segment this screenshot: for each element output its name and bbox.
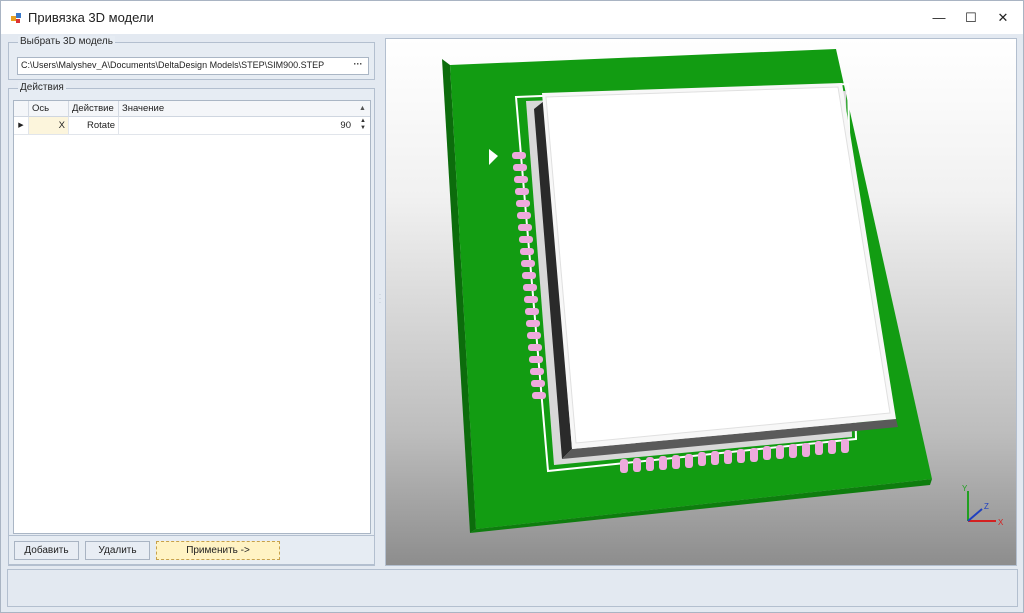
cell-value[interactable]: 90 [119, 117, 355, 134]
model-select-group-title: Выбрать 3D модель [18, 36, 115, 47]
left-panel: Выбрать 3D модель C:\Users\Malyshev_A\Do… [8, 36, 375, 566]
browse-button[interactable]: ··· [350, 59, 366, 73]
header-value[interactable]: Значение [119, 101, 355, 117]
header-action[interactable]: Действие [69, 101, 119, 117]
maximize-button[interactable]: ☐ [955, 1, 987, 34]
model-3d-render: Y X Z [442, 49, 1004, 533]
minimize-button[interactable]: — [923, 1, 955, 34]
table-row[interactable]: ▶ X Rotate 90 ▲ ▼ [14, 117, 370, 135]
header-axis[interactable]: Ось [29, 101, 69, 117]
spin-down-icon[interactable]: ▼ [358, 125, 368, 132]
actions-group: Действия Ось Действие Значение ▲ ▶ X Rot… [8, 82, 375, 566]
minimize-icon: — [932, 10, 946, 25]
delete-button[interactable]: Удалить [85, 541, 150, 560]
actions-grid[interactable]: Ось Действие Значение ▲ ▶ X Rotate 90 ▲ … [13, 100, 371, 534]
model-path-text: C:\Users\Malyshev_A\Documents\DeltaDesig… [21, 60, 325, 70]
row-indicator-icon: ▶ [14, 117, 29, 134]
cell-axis[interactable]: X [29, 117, 69, 134]
splitter-handle[interactable]: · · · [378, 292, 382, 307]
axis-gizmo: Y X Z [962, 484, 1004, 527]
axis-x-label: X [998, 518, 1004, 527]
maximize-icon: ☐ [965, 9, 977, 25]
add-button[interactable]: Добавить [14, 541, 79, 560]
header-indicator [14, 101, 29, 117]
grid-header: Ось Действие Значение ▲ [14, 101, 370, 117]
model-select-group: Выбрать 3D модель C:\Users\Malyshev_A\Do… [8, 36, 375, 80]
title-bar[interactable]: Привязка 3D модели — ☐ ✕ [1, 1, 1023, 34]
model-3d-viewport[interactable]: Y X Z [385, 38, 1017, 566]
axis-z-label: Z [984, 502, 989, 511]
close-icon: ✕ [997, 9, 1009, 25]
actions-group-title: Действия [18, 82, 66, 93]
chip-top [545, 86, 891, 444]
cell-action[interactable]: Rotate [69, 117, 119, 134]
apply-button[interactable]: Применить -> [156, 541, 280, 560]
status-bar [7, 569, 1018, 607]
window-title: Привязка 3D модели [28, 10, 154, 25]
value-spinner[interactable]: ▲ ▼ [358, 118, 368, 133]
spin-up-icon[interactable]: ▲ [358, 118, 368, 125]
model-path-field[interactable]: C:\Users\Malyshev_A\Documents\DeltaDesig… [17, 57, 369, 75]
sort-up-icon[interactable]: ▲ [359, 105, 366, 112]
main-window: Привязка 3D модели — ☐ ✕ Выбрать 3D моде… [0, 0, 1024, 613]
actions-toolbar: Добавить Удалить Применить -> [8, 535, 375, 565]
app-icon [11, 13, 21, 23]
close-button[interactable]: ✕ [987, 1, 1019, 34]
axis-y-label: Y [962, 484, 968, 493]
